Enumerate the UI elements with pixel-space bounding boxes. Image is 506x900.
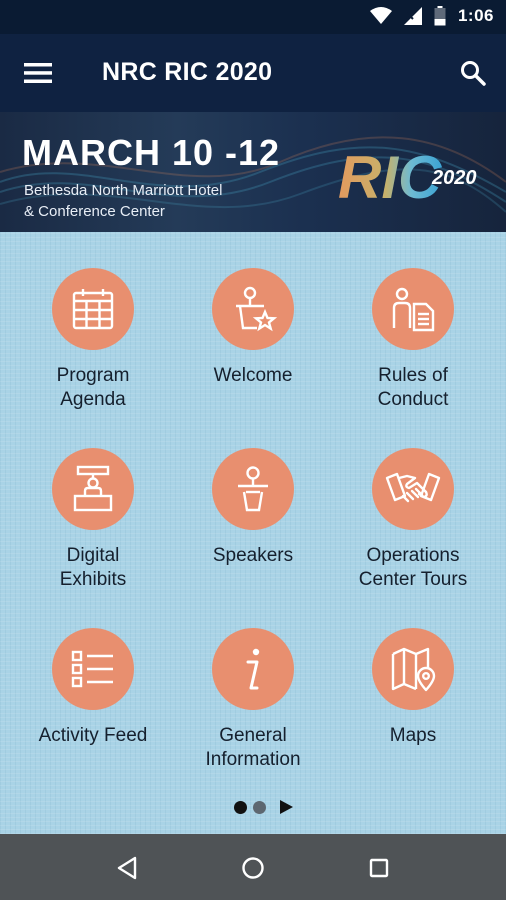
- ric-2020-logo: RIC 2020: [338, 144, 477, 211]
- tile-circle: [212, 268, 294, 350]
- tile-label-line-1: Digital: [66, 545, 120, 566]
- tile-label: Digital Exhibits: [13, 544, 173, 592]
- tile-label-line-1: Rules of: [378, 365, 448, 386]
- search-button[interactable]: [456, 56, 490, 90]
- tile-program-agenda[interactable]: Program Agenda: [13, 268, 173, 428]
- page-dot[interactable]: [253, 800, 266, 814]
- tile-label-line-1: Operations: [366, 545, 460, 566]
- handshake-icon: [385, 472, 441, 503]
- logo-year-text: 2020: [431, 167, 477, 189]
- banner-date: MARCH 10 -12: [22, 132, 281, 173]
- status-bar: 1:06: [0, 0, 506, 34]
- podium-star-icon: [236, 286, 278, 332]
- calendar-icon: [72, 289, 114, 330]
- tile-circle: [212, 628, 294, 710]
- page-indicator: [234, 800, 293, 814]
- app-bar: NRC RIC 2020: [0, 34, 506, 112]
- tile-label-line-2: Information: [205, 749, 301, 770]
- tile-label: Speakers: [173, 544, 333, 568]
- tile-label-line-2: Exhibits: [59, 569, 127, 590]
- tile-label: General Information: [173, 724, 333, 772]
- menu-grid: Program Agenda Welcome Rules of Conduct …: [0, 232, 506, 834]
- tile-label-line-1: Activity Feed: [38, 725, 148, 746]
- event-banner[interactable]: MARCH 10 -12 Bethesda North Marriott Hot…: [0, 112, 506, 232]
- battery-icon: [434, 6, 446, 26]
- home-button[interactable]: [236, 851, 270, 885]
- status-icons: 1:06: [369, 6, 494, 26]
- venue-line-1: Bethesda North Marriott Hotel: [24, 182, 223, 199]
- hamburger-menu-icon: [24, 63, 52, 83]
- person-document-icon: [392, 287, 435, 332]
- tile-label: Maps: [333, 724, 493, 748]
- recents-square-icon: [369, 858, 389, 878]
- tile-general-information[interactable]: General Information: [173, 628, 333, 788]
- map-pin-icon: [391, 647, 436, 692]
- tile-label: Program Agenda: [13, 364, 173, 412]
- tile-circle: [372, 448, 454, 530]
- tile-digital-exhibits[interactable]: Digital Exhibits: [13, 448, 173, 608]
- wifi-icon: [369, 7, 392, 24]
- tile-label: Operations Center Tours: [333, 544, 493, 592]
- tile-speakers[interactable]: Speakers: [173, 448, 333, 608]
- tile-circle: [372, 268, 454, 350]
- tile-label-line-2: Center Tours: [358, 569, 468, 590]
- tile-circle: [372, 628, 454, 710]
- back-button[interactable]: [110, 851, 144, 885]
- tile-label-line-1: Maps: [389, 725, 437, 746]
- tile-label-line-2: Conduct: [377, 389, 449, 410]
- info-icon: [246, 648, 260, 690]
- search-icon: [461, 61, 486, 86]
- app-title: NRC RIC 2020: [102, 58, 273, 86]
- tile-circle: [52, 628, 134, 710]
- page-dot-active[interactable]: [234, 800, 247, 814]
- logo-ric-text: RIC: [338, 144, 443, 211]
- venue-line-2: & Conference Center: [24, 203, 165, 220]
- tile-welcome[interactable]: Welcome: [173, 268, 333, 428]
- list-icon: [71, 650, 113, 688]
- tile-label-line-1: Speakers: [212, 545, 294, 566]
- tile-label: Rules of Conduct: [333, 364, 493, 412]
- tile-activity-feed[interactable]: Activity Feed: [13, 628, 173, 788]
- tile-label-line-1: Program: [56, 365, 130, 386]
- tile-circle: [52, 268, 134, 350]
- banner-venue: Bethesda North Marriott Hotel & Conferen…: [24, 180, 222, 222]
- tile-label-line-1: General: [219, 725, 287, 746]
- tile-rules-of-conduct[interactable]: Rules of Conduct: [333, 268, 493, 428]
- back-triangle-icon: [117, 856, 137, 880]
- tile-circle: [212, 448, 294, 530]
- tile-maps[interactable]: Maps: [333, 628, 493, 788]
- exhibit-booth-icon: [73, 465, 113, 512]
- tile-label-line-2: Agenda: [60, 389, 126, 410]
- tile-circle: [52, 448, 134, 530]
- tile-label: Activity Feed: [13, 724, 173, 748]
- home-circle-icon: [242, 857, 264, 879]
- signal-icon: [403, 7, 422, 25]
- tile-operations-center-tours[interactable]: Operations Center Tours: [333, 448, 493, 608]
- menu-button[interactable]: [20, 56, 56, 90]
- recents-button[interactable]: [362, 851, 396, 885]
- next-page-arrow-icon[interactable]: [280, 800, 293, 814]
- tile-label: Welcome: [173, 364, 333, 388]
- status-time: 1:06: [457, 6, 494, 25]
- tile-label-line-1: Welcome: [213, 365, 293, 386]
- system-navigation-bar: [0, 834, 506, 900]
- speaker-podium-icon: [238, 466, 268, 512]
